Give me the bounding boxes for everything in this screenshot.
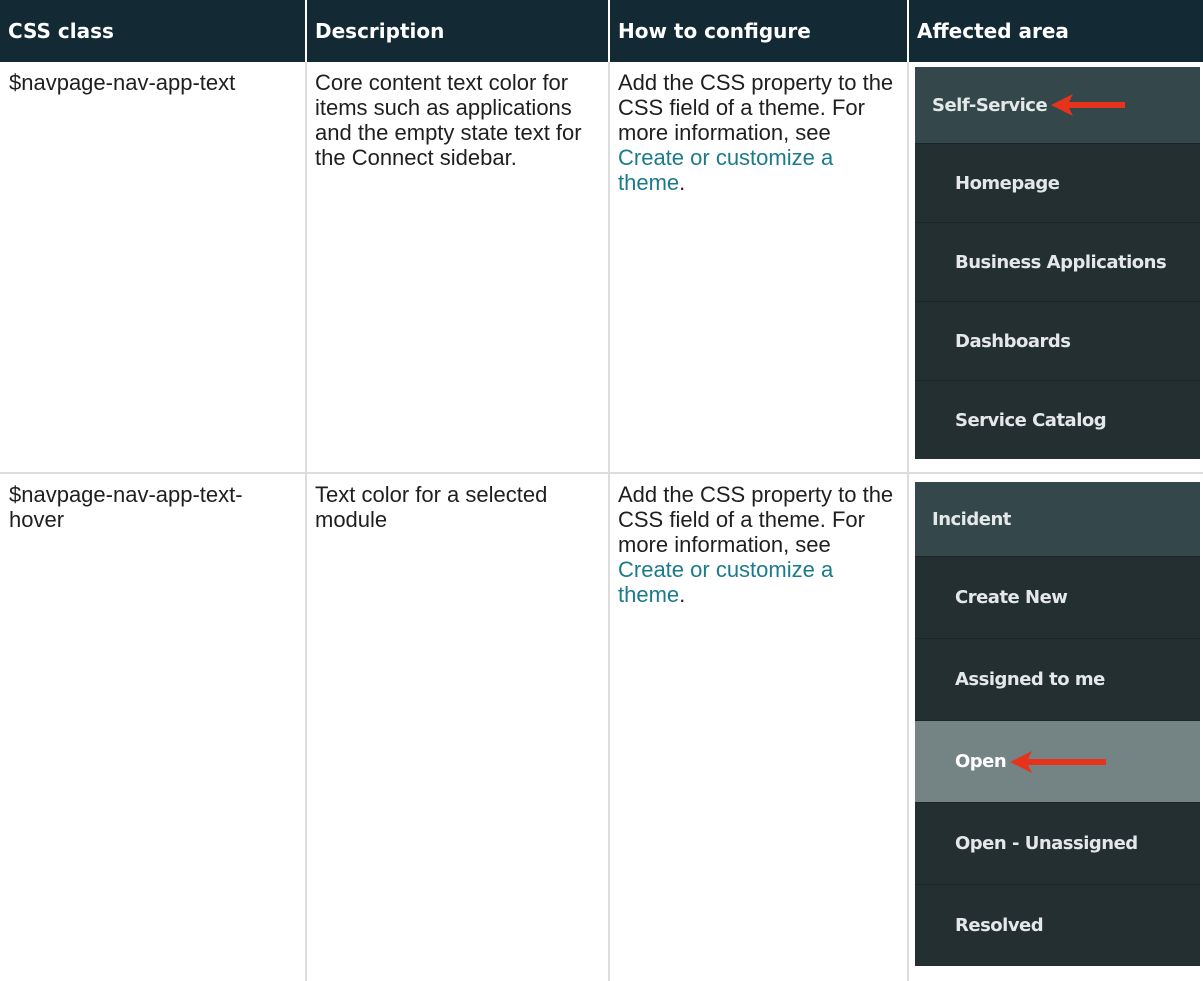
how-to-configure-cell: Add the CSS property to the CSS field of… <box>609 473 909 981</box>
affected-area-cell: Incident Create New Assigned to me Open … <box>908 473 1203 981</box>
how-to-configure-suffix: . <box>679 170 686 195</box>
how-to-configure-suffix: . <box>679 582 686 607</box>
header-css-class: CSS class <box>0 0 307 62</box>
header-affected-area: Affected area <box>908 0 1203 62</box>
nav-item: Assigned to me <box>915 638 1200 720</box>
table-row: $navpage-nav-app-text Core content text … <box>0 62 1203 474</box>
nav-header: Self-Service <box>915 67 1200 143</box>
header-how-to-configure: How to configure <box>609 0 909 62</box>
nav-header: Incident <box>915 482 1200 556</box>
nav-item: Homepage <box>915 143 1200 222</box>
red-left-arrow-icon <box>1051 94 1126 116</box>
header-description: Description <box>306 0 610 62</box>
nav-screenshot-self-service: Self-Service Homepage Business Applicati… <box>915 67 1200 459</box>
nav-item: Business Applications <box>915 222 1200 301</box>
table-header-row: CSS class Description How to configure A… <box>0 0 1203 62</box>
table-row: $navpage-nav-app-text-hover Text color f… <box>0 473 1203 981</box>
nav-header-label: Incident <box>932 508 1011 530</box>
description-cell: Core content text color for items such a… <box>306 62 610 474</box>
nav-item: Service Catalog <box>915 380 1200 459</box>
red-left-arrow-icon <box>1010 750 1107 773</box>
description-cell: Text color for a selected module <box>306 473 610 981</box>
nav-header-label: Self-Service <box>932 94 1048 116</box>
css-properties-table: CSS class Description How to configure A… <box>0 0 1203 981</box>
nav-item: Open - Unassigned <box>915 802 1200 884</box>
nav-item-selected: Open <box>915 720 1200 802</box>
how-to-configure-cell: Add the CSS property to the CSS field of… <box>609 62 909 474</box>
how-to-configure-text: Add the CSS property to the CSS field of… <box>618 70 894 145</box>
nav-item: Create New <box>915 556 1200 638</box>
nav-item: Dashboards <box>915 301 1200 380</box>
create-or-customize-theme-link[interactable]: Create or customize a theme <box>618 557 833 607</box>
how-to-configure-text: Add the CSS property to the CSS field of… <box>618 482 894 557</box>
css-class-cell: $navpage-nav-app-text-hover <box>0 473 307 981</box>
create-or-customize-theme-link[interactable]: Create or customize a theme <box>618 145 833 195</box>
nav-item: Resolved <box>915 884 1200 966</box>
css-class-cell: $navpage-nav-app-text <box>0 62 307 474</box>
nav-item-label: Open <box>955 751 1007 772</box>
nav-screenshot-incident: Incident Create New Assigned to me Open … <box>915 482 1200 966</box>
affected-area-cell: Self-Service Homepage Business Applicati… <box>908 62 1203 474</box>
